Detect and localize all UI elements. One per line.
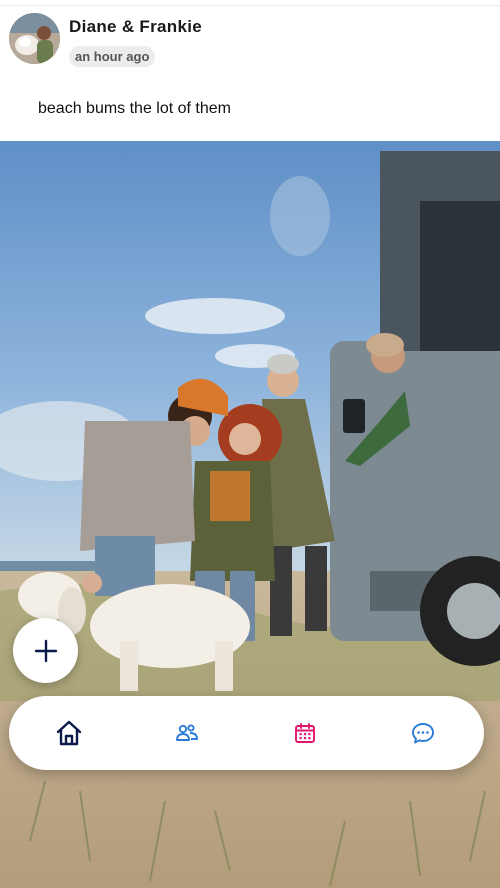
plus-icon (34, 639, 57, 662)
tab-home[interactable] (39, 696, 99, 770)
avatar-image (9, 13, 60, 64)
post-header: Diane & Frankie an hour ago beach bums t… (0, 0, 500, 141)
people-icon (176, 724, 198, 741)
divider (0, 5, 500, 6)
photo-illustration (0, 141, 500, 888)
post-photo[interactable] (0, 141, 500, 888)
bottom-tab-bar (9, 696, 484, 770)
post-caption: beach bums the lot of them (38, 100, 231, 117)
post-author[interactable]: Diane & Frankie (69, 17, 202, 37)
app-screen: Diane & Frankie an hour ago beach bums t… (0, 0, 500, 888)
avatar[interactable] (9, 13, 60, 64)
tab-people[interactable] (157, 696, 217, 770)
tab-calendar[interactable] (275, 696, 335, 770)
post-timestamp: an hour ago (69, 46, 156, 67)
tab-messages[interactable] (393, 696, 453, 770)
home-icon (56, 720, 82, 746)
calendar-icon (295, 723, 315, 743)
chat-icon (412, 723, 434, 744)
add-post-button[interactable] (13, 618, 78, 683)
